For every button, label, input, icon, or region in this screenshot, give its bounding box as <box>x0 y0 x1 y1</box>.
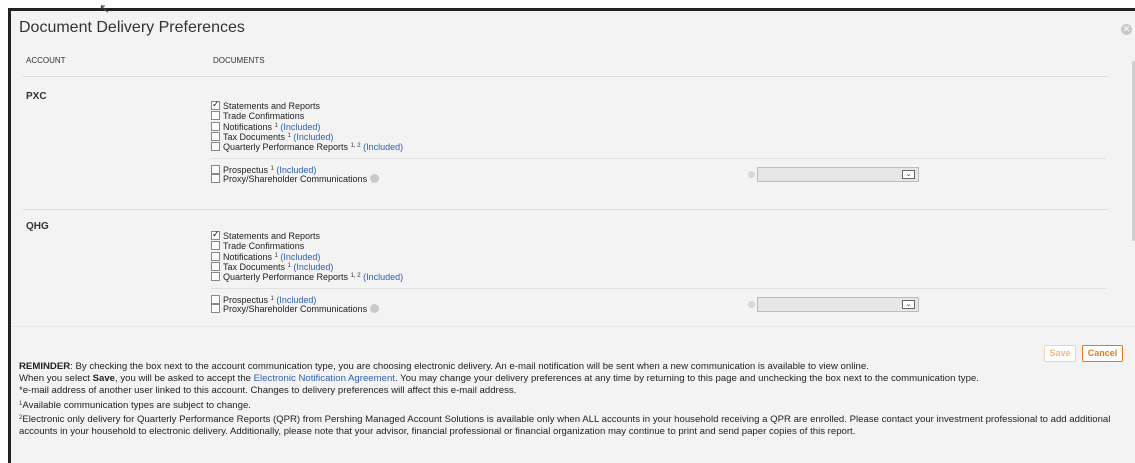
document-delivery-dialog: Document Delivery Preferences ✕ ACCOUNT … <box>8 8 1135 463</box>
dialog-title: Document Delivery Preferences <box>19 19 245 36</box>
document-checkbox[interactable] <box>211 132 220 141</box>
document-checkbox[interactable] <box>211 304 220 313</box>
document-label: Trade Confirmations <box>223 241 305 251</box>
document-option[interactable]: Tax Documents 1 (Included) <box>211 131 403 142</box>
email-note: *e-mail address of another user linked t… <box>19 385 517 397</box>
column-header-documents: DOCUMENTS <box>213 56 265 65</box>
included-link[interactable]: (Included) <box>363 142 403 152</box>
document-label: Quarterly Performance Reports <box>223 142 349 152</box>
document-checkbox[interactable] <box>211 272 220 281</box>
document-option[interactable]: Proxy/Shareholder Communications <box>211 174 380 184</box>
document-option[interactable]: Statements and Reports <box>211 99 403 111</box>
footnote-marker: 1 <box>270 296 274 302</box>
footnote-marker: 1 <box>270 166 274 172</box>
footnote-1-text: Available communication types are subjec… <box>22 399 251 411</box>
document-checkbox[interactable] <box>211 99 220 110</box>
document-option[interactable]: Proxy/Shareholder Communications <box>211 304 380 314</box>
document-list: Statements and ReportsTrade Confirmation… <box>211 229 403 282</box>
account-name: QHG <box>26 221 49 232</box>
delivery-email-select[interactable]: ⌄ <box>757 167 919 182</box>
document-label: Statements and Reports <box>223 231 321 241</box>
document-option[interactable]: Notifications 1 (Included) <box>211 121 403 132</box>
document-label: Proxy/Shareholder Communications <box>223 304 368 314</box>
dialog-header: Document Delivery Preferences ✕ <box>11 11 1135 51</box>
document-label: Statements and Reports <box>223 101 321 111</box>
document-option[interactable]: Prospectus 1 (Included) <box>211 294 379 305</box>
document-option[interactable]: Trade Confirmations <box>211 241 403 251</box>
document-checkbox[interactable] <box>211 241 220 250</box>
scrollbar[interactable] <box>1131 51 1135 326</box>
document-checkbox[interactable] <box>211 229 220 240</box>
reminder-label: REMINDER <box>19 361 71 372</box>
select-status-icon <box>748 171 755 178</box>
reminder-text: : By checking the box next to the accoun… <box>70 361 869 372</box>
section-divider <box>211 288 1106 289</box>
document-label: Quarterly Performance Reports <box>223 272 349 282</box>
footnote-marker: 1, 2 <box>350 143 361 149</box>
footnote-2: 2Electronic only delivery for Quarterly … <box>19 412 1129 438</box>
dialog-footer: Save Cancel REMINDER: By checking the bo… <box>11 326 1135 463</box>
account-block: QHG Statements and ReportsTrade Confirmat… <box>11 221 1131 326</box>
document-checkbox[interactable] <box>211 295 220 304</box>
cancel-button[interactable]: Cancel <box>1082 345 1123 362</box>
document-option[interactable]: Tax Documents 1 (Included) <box>211 261 403 272</box>
chevron-down-icon[interactable]: ⌄ <box>902 170 915 179</box>
document-option[interactable]: Quarterly Performance Reports 1, 2 (Incl… <box>211 141 403 152</box>
document-checkbox[interactable] <box>211 165 220 174</box>
footnote-marker: 1 <box>287 263 291 269</box>
document-list: Statements and ReportsTrade Confirmation… <box>211 99 403 152</box>
document-option[interactable]: Prospectus 1 (Included) <box>211 164 379 175</box>
account-name: PXC <box>26 91 47 102</box>
column-header-account: ACCOUNT <box>26 56 66 65</box>
save-button[interactable]: Save <box>1044 345 1076 362</box>
included-link[interactable]: (Included) <box>363 272 403 282</box>
accounts-scroll-area[interactable]: ACCOUNT DOCUMENTS PXC Statements and Repo… <box>11 51 1131 326</box>
delivery-email-select[interactable]: ⌄ <box>757 297 919 312</box>
info-icon[interactable] <box>370 304 380 313</box>
document-label: Trade Confirmations <box>223 111 305 121</box>
footnote-marker: 1 <box>274 253 278 259</box>
footnote-2-text: Electronic only delivery for Quarterly P… <box>19 413 1111 438</box>
footnote-marker: 1 <box>287 133 291 139</box>
close-icon[interactable]: ✕ <box>1121 24 1132 35</box>
account-divider <box>23 209 1108 210</box>
info-icon[interactable] <box>370 174 380 183</box>
document-checkbox[interactable] <box>211 122 220 131</box>
save-text-b: , you will be asked to accept the <box>115 373 254 385</box>
save-instructions: When you select Save, you will be asked … <box>19 373 1129 385</box>
document-checkbox[interactable] <box>211 111 220 120</box>
document-checkbox[interactable] <box>211 252 220 261</box>
document-checkbox[interactable] <box>211 142 220 151</box>
section-divider <box>211 158 1106 159</box>
save-text-bold: Save <box>92 373 115 385</box>
document-option[interactable]: Trade Confirmations <box>211 111 403 121</box>
save-text-c: . You may change your delivery preferenc… <box>394 373 979 385</box>
account-block: PXC Statements and ReportsTrade Confirmat… <box>11 91 1131 221</box>
optional-document-list: Prospectus 1 (Included) Proxy/Shareholder… <box>211 294 380 314</box>
document-checkbox[interactable] <box>211 262 220 271</box>
mouse-cursor-icon: ↖ <box>99 1 110 16</box>
document-label: Proxy/Shareholder Communications <box>223 174 368 184</box>
select-status-icon <box>748 301 755 308</box>
header-divider <box>23 76 1108 77</box>
save-text-a: When you select <box>19 373 93 385</box>
chevron-down-icon[interactable]: ⌄ <box>902 300 915 309</box>
footnote-marker: 1, 2 <box>350 273 361 279</box>
agreement-link[interactable]: Electronic Notification Agreement <box>254 373 395 384</box>
document-checkbox[interactable] <box>211 174 220 183</box>
optional-document-list: Prospectus 1 (Included) Proxy/Shareholder… <box>211 164 380 184</box>
reminder-line: REMINDER: By checking the box next to th… <box>19 361 1129 373</box>
footnote-1: 1Available communication types are subje… <box>19 398 1129 412</box>
footnote-marker: 1 <box>274 123 278 129</box>
document-option[interactable]: Quarterly Performance Reports 1, 2 (Incl… <box>211 271 403 282</box>
document-option[interactable]: Notifications 1 (Included) <box>211 251 403 262</box>
document-option[interactable]: Statements and Reports <box>211 229 403 241</box>
footnotes: REMINDER: By checking the box next to th… <box>19 361 1129 438</box>
